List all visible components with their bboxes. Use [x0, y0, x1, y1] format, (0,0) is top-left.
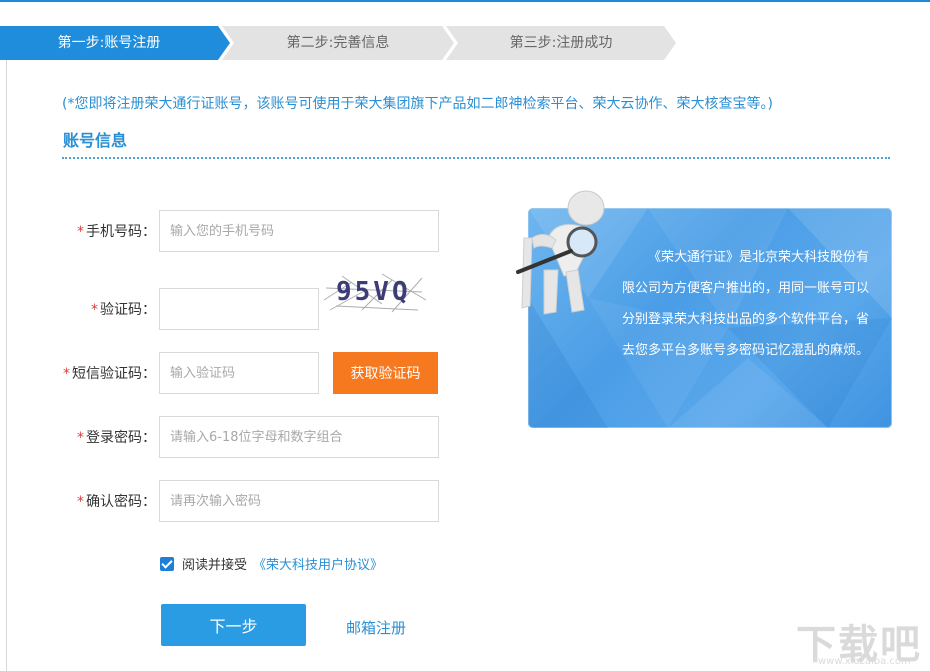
top-accent-line	[0, 0, 930, 2]
phone-label: * 手机号码：	[6, 221, 156, 241]
confirm-password-input[interactable]	[159, 480, 439, 522]
step-2-complete-info: 第二步:完善信息	[222, 26, 454, 60]
register-notice: (*您即将注册荣大通行证账号，该账号可使用于荣大集团旗下产品如二郎神检索平台、荣…	[62, 96, 773, 112]
required-mark: *	[77, 430, 84, 446]
phone-input[interactable]	[159, 210, 439, 252]
captcha-label-text: 验证码：	[100, 302, 156, 318]
sms-label-text: 短信验证码：	[72, 366, 156, 382]
sms-code-input[interactable]	[159, 352, 319, 394]
promo-description: 《荣大通行证》是北京荣大科技股份有限公司为方便客户推出的，用同一账号可以分别登录…	[622, 250, 870, 358]
step-1-account-register: 第一步:账号注册	[0, 26, 230, 60]
agreement-row: 阅读并接受 《荣大科技用户协议》	[160, 554, 383, 573]
step-2-label: 第二步:完善信息	[286, 35, 390, 51]
step-progress: 第一步:账号注册 第二步:完善信息 第三步:注册成功	[0, 26, 700, 60]
captcha-image-text: 95VQ	[336, 277, 411, 307]
password-label: * 登录密码：	[6, 427, 156, 447]
section-divider	[62, 157, 890, 159]
confirm-password-label: * 确认密码：	[6, 491, 156, 511]
required-mark: *	[77, 224, 84, 240]
sms-label: * 短信验证码：	[6, 363, 156, 383]
get-sms-code-button[interactable]: 获取验证码	[333, 352, 438, 394]
captcha-label: * 验证码：	[6, 299, 156, 319]
checkbox-checked-icon[interactable]	[160, 556, 174, 571]
agreement-text: 阅读并接受	[182, 558, 248, 573]
magnifier-figure-icon	[516, 190, 605, 315]
step-3-register-success: 第三步:注册成功	[446, 26, 676, 60]
password-input[interactable]	[159, 416, 439, 458]
required-mark: *	[77, 494, 84, 510]
email-register-link[interactable]: 邮箱注册	[346, 617, 406, 638]
captcha-image[interactable]: 95VQ	[322, 270, 428, 314]
captcha-input[interactable]	[159, 288, 319, 330]
site-watermark: 下载吧 www.xiazaiba.com	[796, 612, 926, 670]
user-agreement-link[interactable]: 《荣大科技用户协议》	[253, 554, 383, 573]
section-title-account-info: 账号信息	[63, 131, 128, 150]
password-label-text: 登录密码：	[86, 430, 156, 446]
watermark-url: www.xiazaiba.com	[818, 656, 911, 667]
required-mark: *	[63, 366, 70, 382]
step-3-label: 第三步:注册成功	[509, 35, 613, 51]
phone-label-text: 手机号码：	[86, 224, 156, 240]
confirm-password-label-text: 确认密码：	[86, 494, 156, 510]
required-mark: *	[91, 302, 98, 318]
step-1-label: 第一步:账号注册	[57, 35, 161, 51]
next-step-button[interactable]: 下一步	[161, 604, 306, 646]
